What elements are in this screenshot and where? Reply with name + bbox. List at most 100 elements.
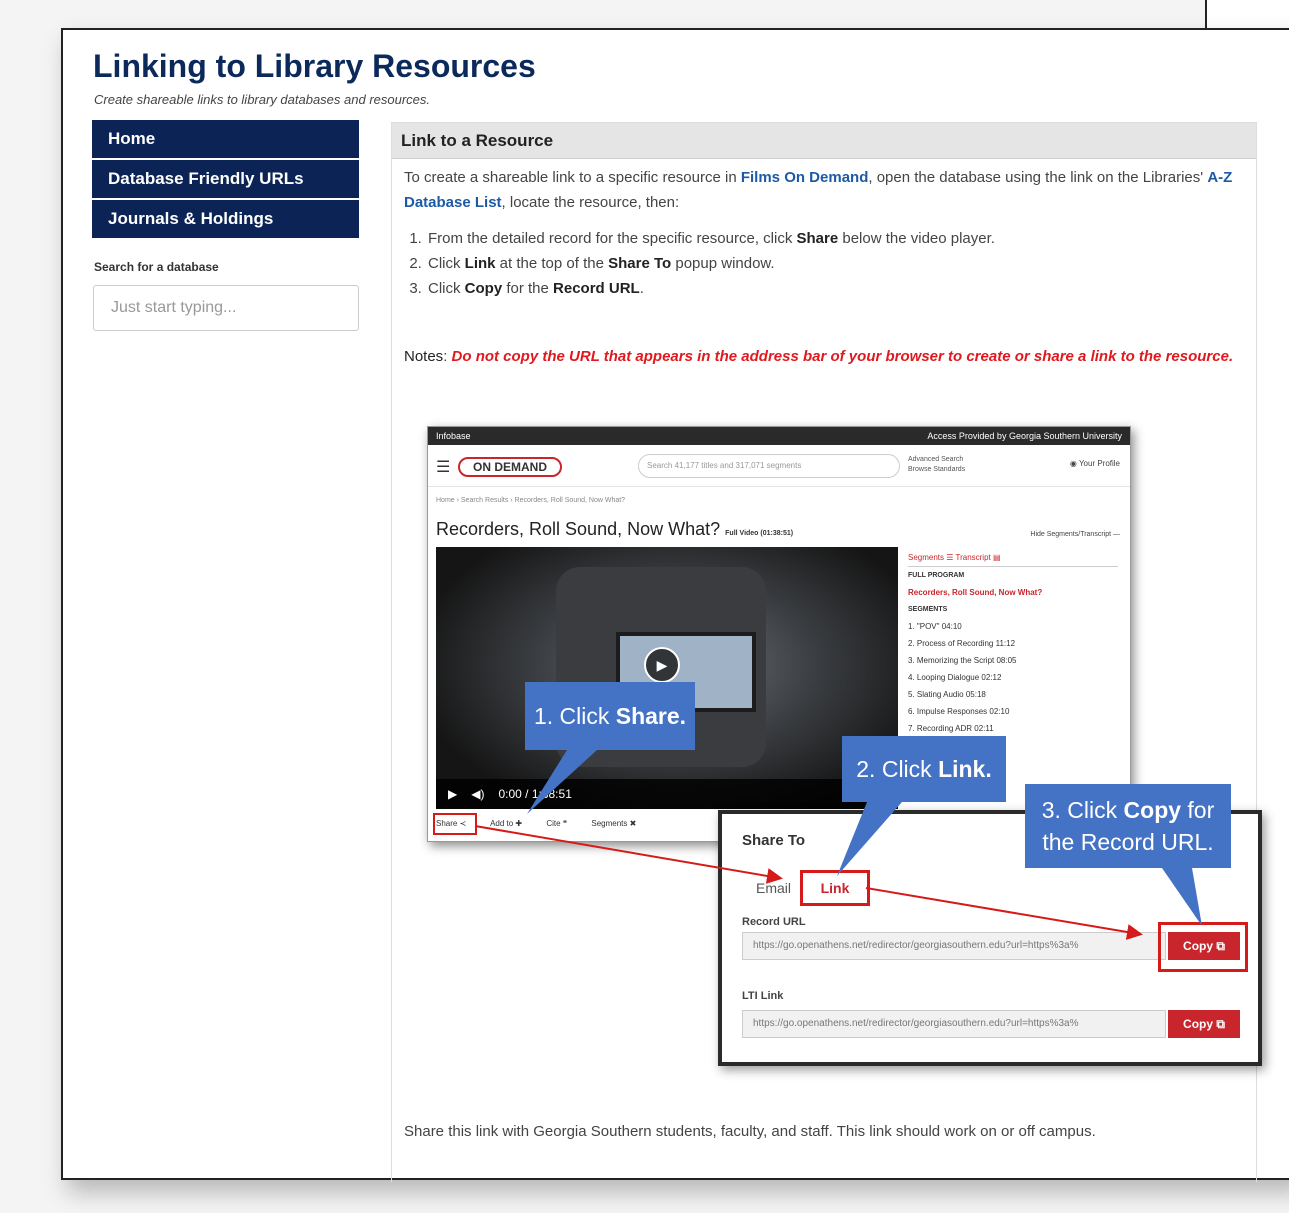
fod-brand: Infobase — [436, 431, 471, 441]
database-search-label: Search for a database — [94, 260, 219, 274]
callout-text: 1. Click — [533, 703, 616, 729]
tutorial-image: Infobase Access Provided by Georgia Sout… — [427, 426, 1262, 1076]
panel-heading: Link to a Resource — [392, 123, 1256, 159]
copy-highlight-box — [1158, 922, 1248, 972]
step-bold: Share To — [608, 255, 672, 272]
fod-add-action: Add to ✚ — [490, 819, 523, 828]
fod-access-text: Access Provided by Georgia Southern Univ… — [927, 431, 1122, 441]
fod-segment-tabs: Segments ☰ Transcript ▤ — [908, 549, 1118, 567]
share-to-title: Share To — [742, 832, 806, 849]
step-text: Click — [428, 255, 465, 272]
callout-step-3: 3. Click Copy for the Record URL. — [1025, 784, 1231, 868]
fod-segments-action: Segments ✖ — [591, 819, 637, 828]
fod-video-meta: Full Video (01:38:51) — [725, 530, 794, 537]
lti-link-label: LTI Link — [742, 990, 784, 1002]
fod-title-text: Recorders, Roll Sound, Now What? — [436, 519, 721, 539]
callout-bold: Link. — [938, 756, 992, 782]
fod-header: ☰ ON DEMAND Search 41,177 titles and 317… — [428, 445, 1130, 487]
panel-body: To create a shareable link to a specific… — [392, 159, 1256, 369]
intro-paragraph: To create a shareable link to a specific… — [404, 165, 1244, 215]
callout-step-2: 2. Click Link. — [842, 736, 1006, 802]
fod-browse-standards: Browse Standards — [908, 466, 966, 473]
background-window-edge — [1205, 0, 1289, 30]
fod-adv-search: Advanced Search — [908, 456, 964, 463]
callout-bold: Copy — [1123, 797, 1182, 823]
fod-search-field: Search 41,177 titles and 317,071 segment… — [638, 454, 900, 478]
side-nav: Home Database Friendly URLs Journals & H… — [92, 120, 359, 240]
fod-segment-item: 4. Looping Dialogue 02:12 — [908, 673, 1002, 682]
play-control-icon: ▶ — [448, 787, 458, 801]
intro-text-2: , open the database using the link on th… — [868, 169, 1208, 186]
fod-segment-item: 2. Process of Recording 11:12 — [908, 639, 1016, 648]
page-title: Linking to Library Resources — [93, 48, 536, 84]
fod-advanced-links: Advanced Search Browse Standards — [908, 455, 965, 475]
video-player: ▶ ▶ ◀) 0:00 / 1:38:51 — [436, 547, 898, 809]
fod-program-title: Recorders, Roll Sound, Now What? — [908, 588, 1043, 597]
fod-hide-segments: Hide Segments/Transcript — — [1030, 531, 1120, 538]
step-text: From the detailed record for the specifi… — [428, 230, 797, 247]
record-url-field: https://go.openathens.net/redirector/geo… — [742, 932, 1166, 960]
step-text: below the video player. — [838, 230, 995, 247]
notes-label: Notes — [404, 348, 444, 365]
notes-warning: Do not copy the URL that appears in the … — [451, 348, 1234, 365]
step-item: Click Copy for the Record URL. — [426, 276, 1244, 301]
video-time: 0:00 / 1:38:51 — [498, 787, 572, 801]
fod-cite-action: Cite ❝ — [546, 819, 568, 828]
libguide-page: Linking to Library Resources Create shar… — [61, 28, 1289, 1182]
video-control-bar: ▶ ◀) 0:00 / 1:38:51 — [436, 779, 898, 809]
step-text: for the — [502, 280, 554, 297]
films-on-demand-screenshot: Infobase Access Provided by Georgia Sout… — [427, 426, 1131, 842]
fod-full-program-label: FULL PROGRAM — [908, 572, 965, 579]
record-url-label: Record URL — [742, 916, 806, 928]
fod-segments-label: SEGMENTS — [908, 606, 948, 613]
fod-breadcrumb: Home › Search Results › Recorders, Roll … — [436, 497, 626, 504]
play-icon: ▶ — [644, 647, 680, 683]
share-info-text: Share this link with Georgia Southern st… — [404, 1123, 1096, 1140]
step-text: Click — [428, 280, 465, 297]
screenshot-stage: Linking to Library Resources Create shar… — [0, 0, 1289, 1213]
callout-text: 3. Click — [1041, 797, 1124, 823]
step-item: Click Link at the top of the Share To po… — [426, 251, 1244, 276]
step-bold: Record URL — [553, 280, 640, 297]
nav-item-home[interactable]: Home — [92, 120, 359, 158]
films-on-demand-link[interactable]: Films On Demand — [741, 169, 869, 186]
page-subtitle: Create shareable links to library databa… — [94, 92, 431, 107]
fod-profile: ◉ Your Profile — [1070, 459, 1120, 468]
fod-segment-item: 6. Impulse Responses 02:10 — [908, 707, 1010, 716]
nav-item-database-friendly-urls[interactable]: Database Friendly URLs — [92, 160, 359, 198]
step-bold: Link — [464, 255, 496, 272]
step-item: From the detailed record for the specifi… — [426, 226, 1244, 251]
fod-segment-item: 7. Recording ADR 02:11 — [908, 724, 994, 733]
intro-text-1: To create a shareable link to a specific… — [404, 169, 741, 186]
callout-step-1: 1. Click Share. — [525, 682, 695, 750]
nav-item-journals-holdings[interactable]: Journals & Holdings — [92, 200, 359, 238]
fod-topbar: Infobase Access Provided by Georgia Sout… — [428, 427, 1130, 445]
share-email-tab: Email — [756, 880, 792, 896]
callout-text: 2. Click — [856, 756, 939, 782]
menu-icon: ☰ — [436, 459, 451, 476]
step-bold: Share — [796, 230, 839, 247]
volume-icon: ◀) — [471, 787, 485, 801]
intro-text-3: , locate the resource, then: — [501, 194, 680, 211]
callout-bold: Share. — [615, 703, 687, 729]
share-link-tab: Link — [800, 870, 870, 906]
fod-video-title: Recorders, Roll Sound, Now What? Full Vi… — [436, 519, 793, 540]
lti-link-copy-button: Copy ⧉ — [1168, 1010, 1240, 1038]
share-highlight-box — [433, 813, 477, 835]
callout-text: the Record URL. — [1042, 829, 1214, 855]
fod-segment-item: 3. Memorizing the Script 08:05 — [908, 656, 1017, 665]
steps-list: From the detailed record for the specifi… — [426, 226, 1244, 301]
lti-link-field: https://go.openathens.net/redirector/geo… — [742, 1010, 1166, 1038]
step-text: popup window. — [671, 255, 775, 272]
step-text: . — [639, 280, 644, 297]
database-search-input[interactable] — [93, 285, 359, 331]
user-icon: ◉ — [1069, 459, 1079, 468]
fod-segment-item: 5. Slating Audio 05:18 — [908, 690, 986, 699]
notes-paragraph: Notes: Do not copy the URL that appears … — [404, 348, 1234, 365]
fod-segment-item: 1. "POV" 04:10 — [908, 622, 962, 631]
fod-logo: ON DEMAND — [458, 457, 562, 477]
callout-text: for — [1181, 797, 1215, 823]
fod-profile-label: Your Profile — [1078, 459, 1120, 468]
step-bold: Copy — [464, 280, 503, 297]
step-text: at the top of the — [495, 255, 609, 272]
